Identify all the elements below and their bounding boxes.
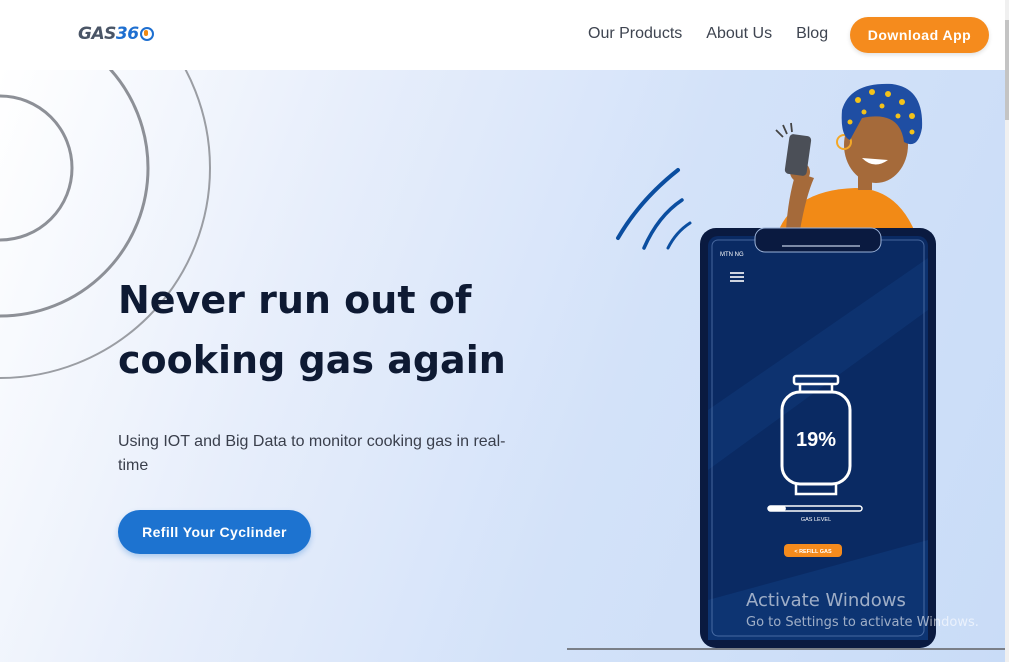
refill-gas-button[interactable]: < REFILL GAS [784, 544, 842, 557]
logo-mark-icon [139, 27, 154, 41]
section-divider [567, 648, 1005, 650]
hero-title: Never run out of cooking gas again [118, 270, 598, 390]
page-scrollbar[interactable] [1005, 0, 1009, 662]
download-app-button[interactable]: Download App [850, 17, 989, 53]
hero-title-line2: cooking gas again [118, 338, 506, 382]
watermark-subtitle: Go to Settings to activate Windows. [746, 615, 979, 630]
logo-text-gas: GAS [78, 24, 116, 44]
nav-blog[interactable]: Blog [796, 24, 828, 44]
nav-about-us[interactable]: About Us [706, 24, 772, 44]
hero-title-line1: Never run out of [118, 278, 472, 322]
hero-section: Never run out of cooking gas again Using… [0, 70, 1005, 662]
phone-illustration: MTN NG 19% GAS LEVEL < REFILL GAS [616, 83, 936, 648]
phone-carrier-label: MTN NG [720, 252, 744, 258]
phone-device: MTN NG 19% GAS LEVEL < REFILL GAS [700, 227, 936, 648]
hero-subtitle: Using IOT and Big Data to monitor cookin… [118, 433, 506, 474]
refill-cylinder-button[interactable]: Refill Your Cyclinder [118, 510, 311, 554]
watermark-title: Activate Windows [746, 590, 906, 611]
activate-windows-watermark: Activate Windows Go to Settings to activ… [746, 589, 979, 632]
gas-level-label: GAS LEVEL [801, 517, 831, 523]
site-header: GAS 36 Our Products About Us Blog Downlo… [0, 0, 1009, 70]
signal-waves-icon [616, 168, 692, 250]
main-nav: Our Products About Us Blog [588, 24, 828, 44]
logo-text-num: 36 [115, 24, 139, 44]
nav-our-products[interactable]: Our Products [588, 24, 682, 44]
scrollbar-thumb[interactable] [1005, 20, 1009, 120]
logo[interactable]: GAS 36 [78, 24, 154, 44]
gas-percent-value: 19% [796, 429, 836, 451]
refill-gas-label: < REFILL GAS [794, 549, 832, 555]
